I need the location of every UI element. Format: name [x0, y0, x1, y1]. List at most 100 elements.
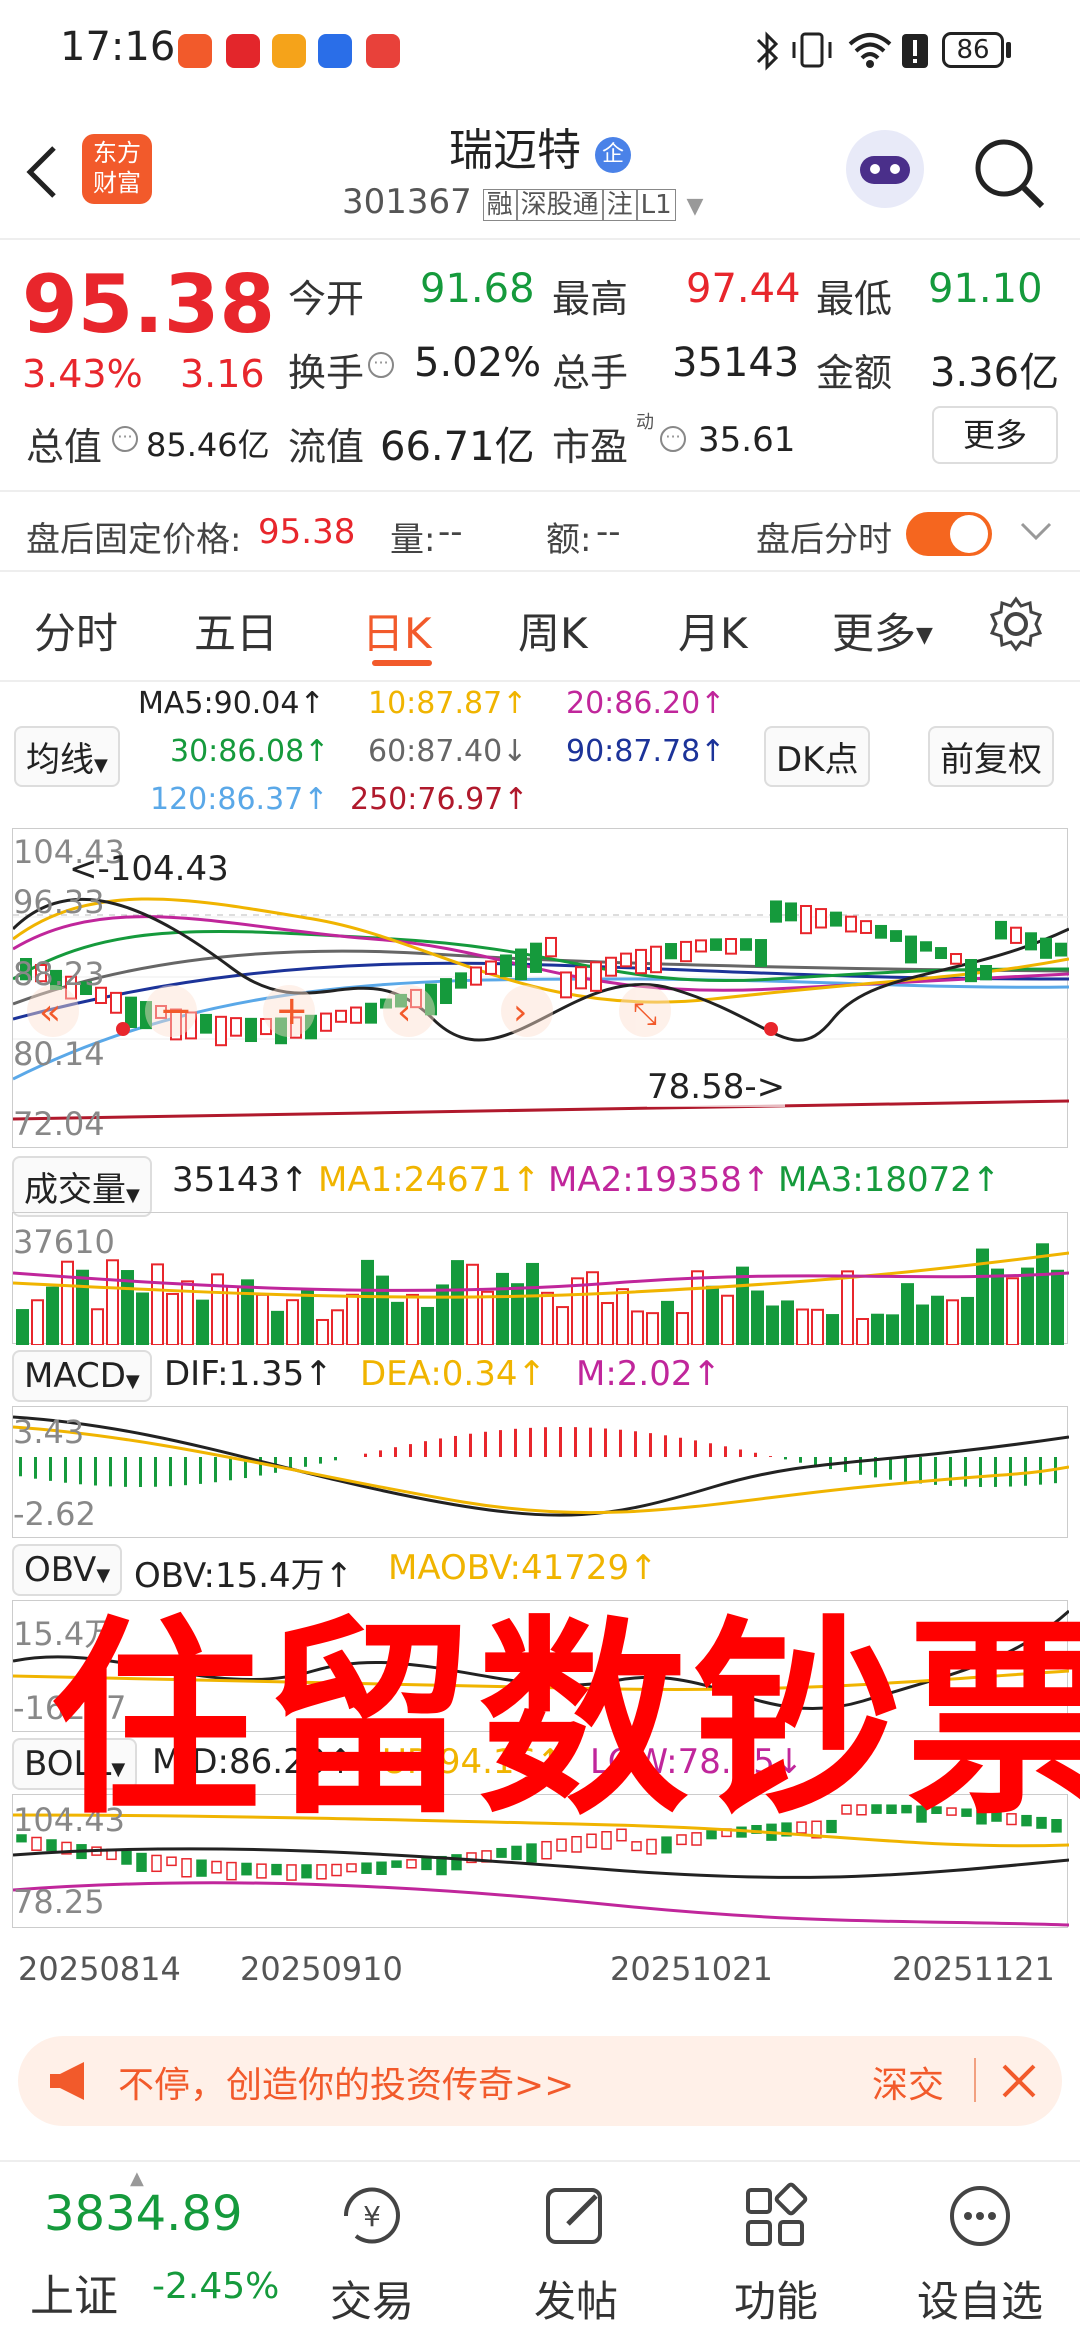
info-icon[interactable]: ···	[368, 352, 394, 378]
boll-candle	[331, 1863, 342, 1877]
chevron-down-icon[interactable]: ▼	[687, 194, 704, 219]
enterprise-badge: 企	[595, 137, 631, 173]
stock-header: 东方 财富 瑞迈特 企 301367 融深股通注 L1 ▼	[0, 100, 1080, 240]
macd-bar	[124, 1457, 127, 1487]
settings-gear-icon[interactable]	[988, 596, 1044, 652]
status-bar: 17:16 86	[0, 0, 1080, 100]
candle	[755, 939, 767, 967]
boll-candle	[136, 1852, 147, 1872]
macd-bar	[889, 1457, 892, 1480]
robot-assistant-icon[interactable]	[846, 130, 924, 208]
ma-selector[interactable]: 均线▼	[14, 726, 120, 787]
nav-add-watchlist[interactable]: 设自选	[880, 2162, 1080, 2342]
volume-ma2: MA2:19358↑	[548, 1160, 771, 1200]
macd-bar	[64, 1457, 67, 1483]
macd-bar	[184, 1457, 187, 1486]
candle	[455, 972, 467, 989]
volume-bar	[406, 1293, 419, 1346]
bottom-nav: ▲ 3834.89 上证 -2.45% ¥ 交易 发帖 功能 设自选	[0, 2160, 1080, 2340]
boll-candle	[451, 1854, 462, 1871]
candle	[815, 908, 827, 929]
pe-value: 35.61	[698, 420, 796, 460]
candle	[515, 948, 527, 981]
tab-daily-k[interactable]: 日K	[362, 600, 432, 661]
ad-banner[interactable]: 不停，创造你的投资传奇>> 深交	[18, 2036, 1062, 2126]
close-icon[interactable]	[1000, 2062, 1038, 2100]
more-button[interactable]: 更多	[932, 406, 1058, 464]
nav-functions[interactable]: 功能	[676, 2162, 876, 2342]
candle	[365, 1002, 377, 1024]
volume-bar	[571, 1277, 584, 1346]
index-name: 上证	[30, 2271, 118, 2322]
megaphone-icon	[50, 2062, 84, 2100]
macd-svg	[12, 1415, 1070, 1517]
candle	[800, 904, 812, 935]
candle	[650, 945, 662, 974]
restoration-button[interactable]: 前复权	[928, 726, 1054, 787]
candle	[200, 1013, 212, 1034]
macd-selector[interactable]: MACD▼	[12, 1350, 152, 1402]
volume-bar	[136, 1292, 149, 1346]
after-hours-toggle[interactable]	[906, 512, 992, 556]
after-hours-toggle-label: 盘后分时	[756, 520, 892, 560]
candle	[710, 938, 722, 951]
nav-label: 设自选	[916, 2277, 1043, 2326]
index-ticker[interactable]: ▲ 3834.89 上证 -2.45%	[0, 2162, 290, 2342]
macd-bar	[499, 1430, 502, 1457]
volume-ma1: MA1:24671↑	[318, 1160, 541, 1200]
volume-bar	[196, 1299, 209, 1346]
boll-y-min: 78.25	[13, 1883, 105, 1921]
open-label: 今开	[288, 277, 365, 321]
boll-candle	[286, 1864, 297, 1881]
macd-bar	[649, 1433, 652, 1457]
macd-bar	[1024, 1457, 1027, 1486]
info-icon[interactable]: ···	[112, 426, 138, 452]
macd-chart[interactable]: 3.43 -2.62	[12, 1406, 1070, 1538]
battery-icon: 86	[942, 32, 1004, 68]
volume-bar	[781, 1300, 794, 1346]
boll-candle	[241, 1862, 252, 1876]
after-hours-bar: 盘后固定价格: 95.38 量: -- 额: -- 盘后分时	[0, 490, 1080, 572]
volume-selector[interactable]: 成交量▼	[12, 1156, 152, 1217]
app-notification-icon	[226, 34, 260, 68]
macd-bar	[574, 1427, 577, 1457]
volume-bar	[871, 1313, 884, 1347]
tab-more[interactable]: 更多▼	[832, 600, 933, 661]
candle	[1025, 932, 1037, 951]
volume-bar	[886, 1314, 899, 1347]
macd-bar	[784, 1457, 787, 1460]
macd-bar	[964, 1457, 967, 1487]
volume-bar	[601, 1302, 614, 1347]
macd-bar	[229, 1457, 232, 1481]
info-icon[interactable]: ···	[660, 426, 686, 452]
volume-chart[interactable]: 37610	[12, 1212, 1070, 1347]
macd-bar	[919, 1457, 922, 1484]
search-icon[interactable]	[972, 136, 1048, 212]
tab-weekly-k[interactable]: 周K	[518, 600, 588, 661]
date-label: 20251121	[892, 1950, 1055, 1988]
edit-icon	[546, 2188, 602, 2244]
chevron-down-icon[interactable]	[1018, 520, 1054, 544]
candle	[680, 940, 692, 963]
amount-label: 金额	[816, 351, 893, 395]
tab-intraday[interactable]: 分时	[34, 600, 118, 661]
candle	[485, 960, 497, 975]
volume-bar	[226, 1285, 239, 1347]
nav-post[interactable]: 发帖	[476, 2162, 676, 2342]
volume-bar	[841, 1270, 854, 1346]
boll-candle	[316, 1864, 327, 1880]
caret-down-icon: ▼	[126, 1185, 140, 1206]
dk-point-button[interactable]: DK点	[764, 726, 871, 787]
tab-five-day[interactable]: 五日	[194, 600, 278, 661]
svg-text:‹: ‹	[397, 992, 411, 1033]
stock-code: 301367	[342, 182, 472, 222]
nav-trade[interactable]: ¥ 交易	[272, 2162, 472, 2342]
tag-registered: 注	[602, 189, 637, 221]
tab-monthly-k[interactable]: 月K	[678, 600, 748, 661]
macd-bar	[724, 1446, 727, 1457]
volume-bar	[286, 1299, 299, 1347]
volume-bar	[1051, 1269, 1064, 1346]
float-label: 流值	[288, 425, 365, 469]
kline-chart[interactable]: « − + ‹ › ⤡ 104.43 <-104.43 96.33 88.23 …	[11, 828, 1070, 1148]
volume-ma3: MA3:18072↑	[778, 1160, 1001, 1200]
